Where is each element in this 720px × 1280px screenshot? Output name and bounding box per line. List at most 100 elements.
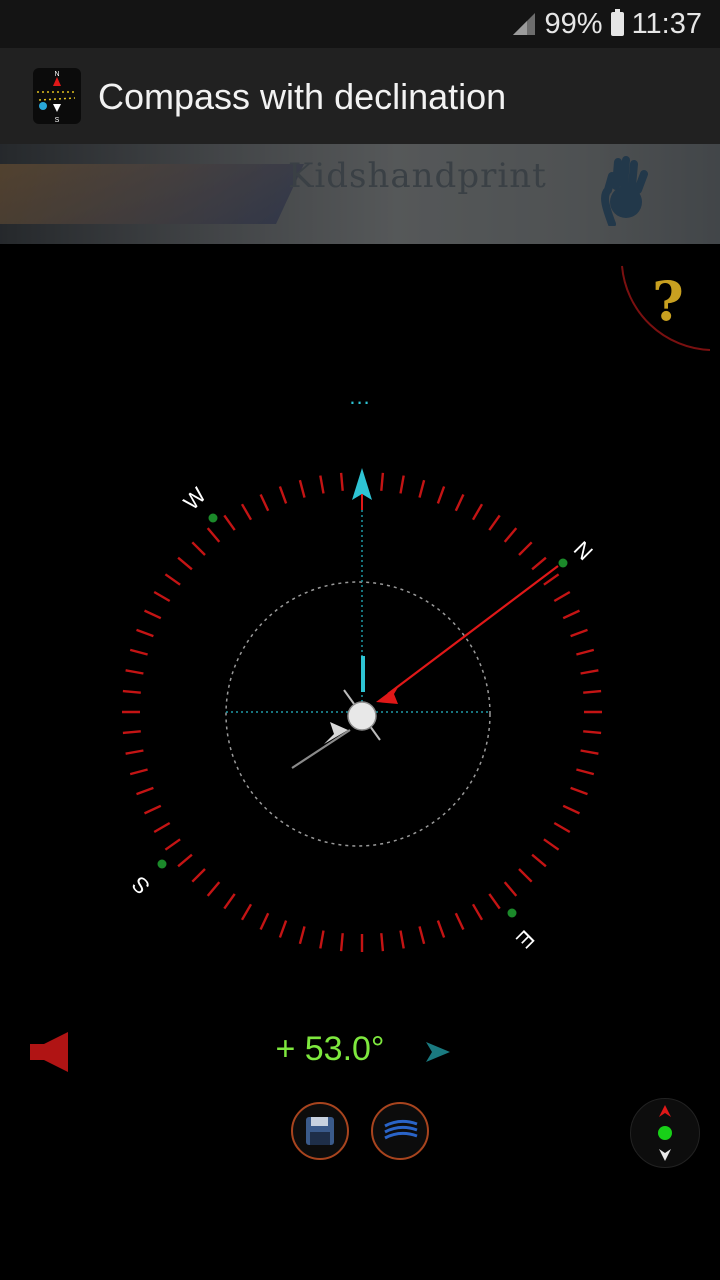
compass-icon [658,1105,672,1161]
svg-text:S: S [55,117,60,124]
dial-tick [471,503,484,521]
dial-tick [129,768,148,776]
dial-tick [553,590,571,603]
dial-tick [136,628,154,638]
dial-tick [143,609,162,620]
dial-tick [553,821,571,834]
more-options-button[interactable]: ... [340,382,380,412]
dial-tick [576,648,595,656]
dial-tick [339,472,344,491]
dial-tick [223,514,236,531]
battery-icon [610,9,624,36]
clock: 11:37 [631,7,702,40]
dial-tick [298,479,306,498]
svg-text:N: N [54,71,59,78]
cardinal-s: S [127,871,155,899]
dial-tick [576,768,595,776]
compass-dial: N E S W [122,468,602,953]
dial-tick [562,804,581,815]
dial-tick [518,541,533,556]
dial-tick [380,472,385,491]
dial-tick [153,590,171,603]
dial-tick [503,527,518,543]
app-title: Compass with declination [98,76,507,117]
dial-tick [278,920,288,938]
dial-tick [471,903,484,921]
question-mark-icon: ? [652,269,684,333]
dial-tick [454,493,465,512]
center-pivot [347,701,377,731]
dial-tick [580,749,599,755]
dial-tick [562,609,581,620]
dial-tick [259,493,270,512]
dial-tick [125,749,144,755]
dial-tick [122,689,141,694]
battery-percentage: 99% [544,7,603,40]
dial-tick [518,868,533,883]
dial-tick [240,903,253,921]
app-logo-icon: N S [33,68,81,124]
dial-tick [191,541,206,556]
status-indicators: 99% 11:37 [511,6,702,42]
dial-tick [436,920,446,938]
cardinal-w: W [179,482,212,515]
magnetic-needle [387,565,559,695]
dial-tick [240,503,253,521]
dial-tick [399,475,405,494]
hand-icon [601,156,648,226]
dial-tick [454,912,465,931]
dial-tick [136,786,154,796]
dial-tick [488,514,501,531]
calibration-button[interactable] [371,1102,429,1160]
dial-tick [143,804,162,815]
dial-tick [298,926,306,945]
status-bar: 99% 11:37 [0,0,720,48]
dial-tick [399,930,405,949]
dial-tick [278,486,288,504]
dial-tick [580,669,599,675]
dial-tick [164,838,181,851]
save-button[interactable] [291,1102,349,1160]
dial-tick [531,853,547,868]
cardinal-n: N [569,536,598,565]
dial-tick [319,475,325,494]
dial-tick [125,669,144,675]
dial-tick [418,479,426,498]
declination-value: + 53.0° [275,1030,385,1068]
calibration-icon [384,1119,418,1140]
dial-tick [129,648,148,656]
needle-red-icon [376,684,400,704]
dial-tick [531,556,547,571]
dial-tick [191,868,206,883]
dial-tick [177,556,193,571]
mini-compass-button[interactable] [630,1098,700,1168]
help-button[interactable]: ? [612,262,720,358]
dial-tick [583,730,602,735]
dial-tick [488,893,501,910]
dial-tick [570,628,588,638]
floppy-disk-icon [306,1117,334,1145]
ad-text: Kidshandprint [288,156,547,196]
dial-tick [206,527,221,543]
speaker-button[interactable] [26,1030,74,1074]
direction-arrow-icon[interactable] [424,1040,452,1064]
dial-tick [153,821,171,834]
dial-tick [418,926,426,945]
cardinal-e: E [511,925,539,953]
dial-tick [436,486,446,504]
dial-tick [177,853,193,868]
app-bar: N S Compass with declination [0,48,720,144]
signal-icon [512,13,535,35]
dial-tick [122,730,141,735]
dial-tick [339,933,344,952]
dial-tick [543,838,560,851]
dial-tick [380,933,385,952]
dial-tick [570,786,588,796]
dial-tick [583,689,602,694]
dial-tick [503,881,518,897]
south-needle [291,729,351,769]
dial-tick [164,573,181,586]
dial-tick [206,881,221,897]
dial-tick [319,930,325,949]
dial-tick [259,912,270,931]
